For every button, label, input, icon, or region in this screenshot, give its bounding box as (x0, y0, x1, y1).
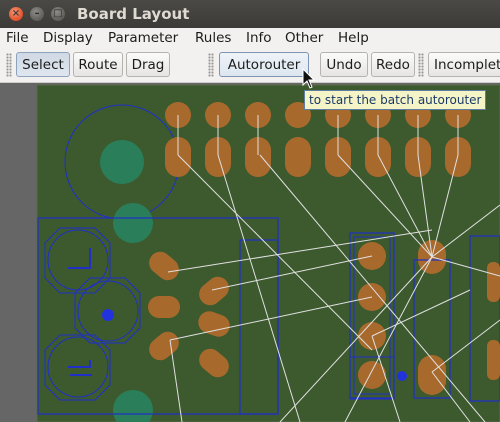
toolbar-grip[interactable] (6, 53, 12, 77)
drag-button[interactable]: Drag (126, 52, 170, 77)
minimize-icon[interactable]: – (30, 7, 44, 21)
menu-other[interactable]: Other (285, 30, 323, 46)
menu-parameter[interactable]: Parameter (108, 30, 178, 46)
incomplete-button[interactable]: Incomplete (428, 52, 500, 77)
via-area (113, 203, 153, 243)
window-title: Board Layout (77, 5, 190, 23)
undo-button[interactable]: Undo (320, 52, 368, 77)
menu-rules[interactable]: Rules (195, 30, 231, 46)
menu-display[interactable]: Display (43, 30, 93, 46)
maximize-icon[interactable]: □ (51, 7, 65, 21)
board-canvas[interactable] (0, 83, 500, 422)
mounting-hole (100, 140, 144, 184)
menu-file[interactable]: File (6, 30, 29, 46)
pcb-board-drawing (36, 84, 500, 422)
menu-info[interactable]: Info (246, 30, 272, 46)
select-button[interactable]: Select (16, 52, 70, 77)
toolbar-grip[interactable] (418, 53, 424, 77)
toolbar-grip[interactable] (208, 53, 214, 77)
redo-button[interactable]: Redo (371, 52, 415, 77)
via-marker (102, 309, 114, 321)
autorouter-tooltip: to start the batch autorouter (304, 90, 487, 110)
title-bar: × – □ Board Layout (0, 0, 500, 28)
menu-bar: File Display Parameter Rules Info Other … (0, 28, 500, 49)
via-marker (397, 371, 407, 381)
autorouter-button[interactable]: Autorouter (219, 52, 309, 77)
mouse-cursor-icon (302, 68, 316, 89)
close-icon[interactable]: × (9, 7, 23, 21)
route-button[interactable]: Route (73, 52, 123, 77)
menu-help[interactable]: Help (338, 30, 369, 46)
toolbar: Select Route Drag Autorouter Undo Redo I… (0, 49, 500, 83)
